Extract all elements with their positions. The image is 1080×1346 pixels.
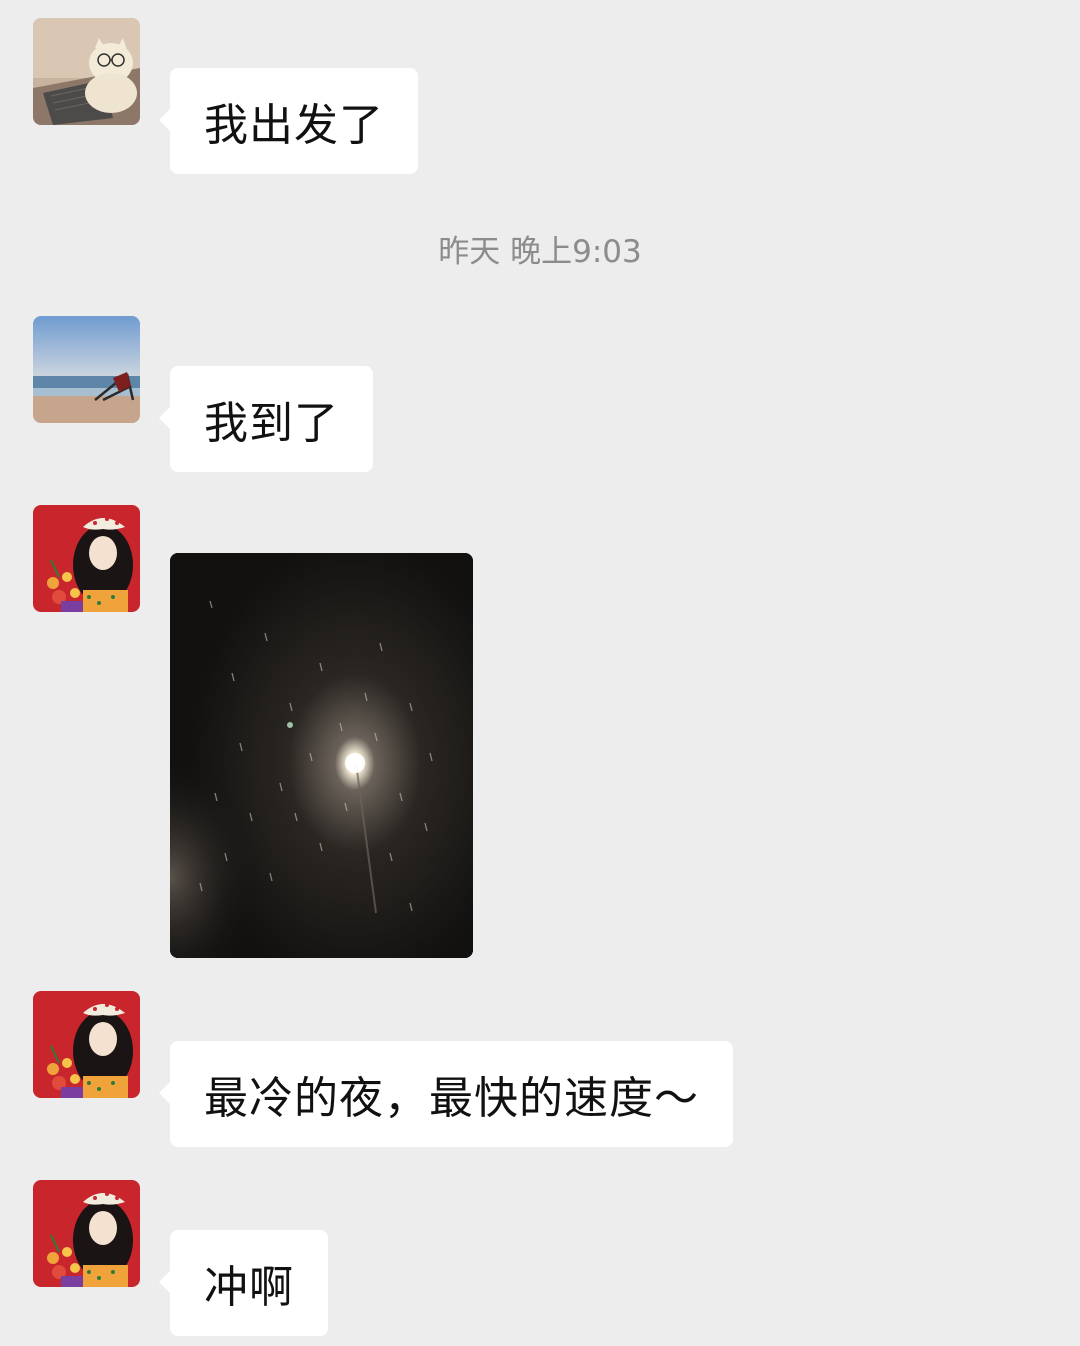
message-bubble[interactable]: 冲啊 <box>159 1230 328 1336</box>
message-bubble[interactable]: 我出发了 <box>159 68 418 174</box>
girl-avatar-icon[interactable] <box>33 991 140 1098</box>
message-bubble[interactable]: 最冷的夜，最快的速度～ <box>159 1041 733 1147</box>
message-text: 冲啊 <box>204 1262 294 1313</box>
message-text: 我到了 <box>204 398 339 449</box>
message-text: 最冷的夜，最快的速度～ <box>204 1073 699 1124</box>
message-bubble[interactable]: 我到了 <box>159 366 373 472</box>
message-text: 我出发了 <box>204 100 384 151</box>
message-timestamp: 昨天 晚上9:03 <box>438 234 642 270</box>
girl-avatar-icon[interactable] <box>33 1180 140 1287</box>
cat-avatar-icon[interactable] <box>33 18 140 125</box>
beach-avatar-icon[interactable] <box>33 316 140 423</box>
night-snow-photo[interactable] <box>170 553 473 958</box>
girl-avatar-icon[interactable] <box>33 505 140 612</box>
